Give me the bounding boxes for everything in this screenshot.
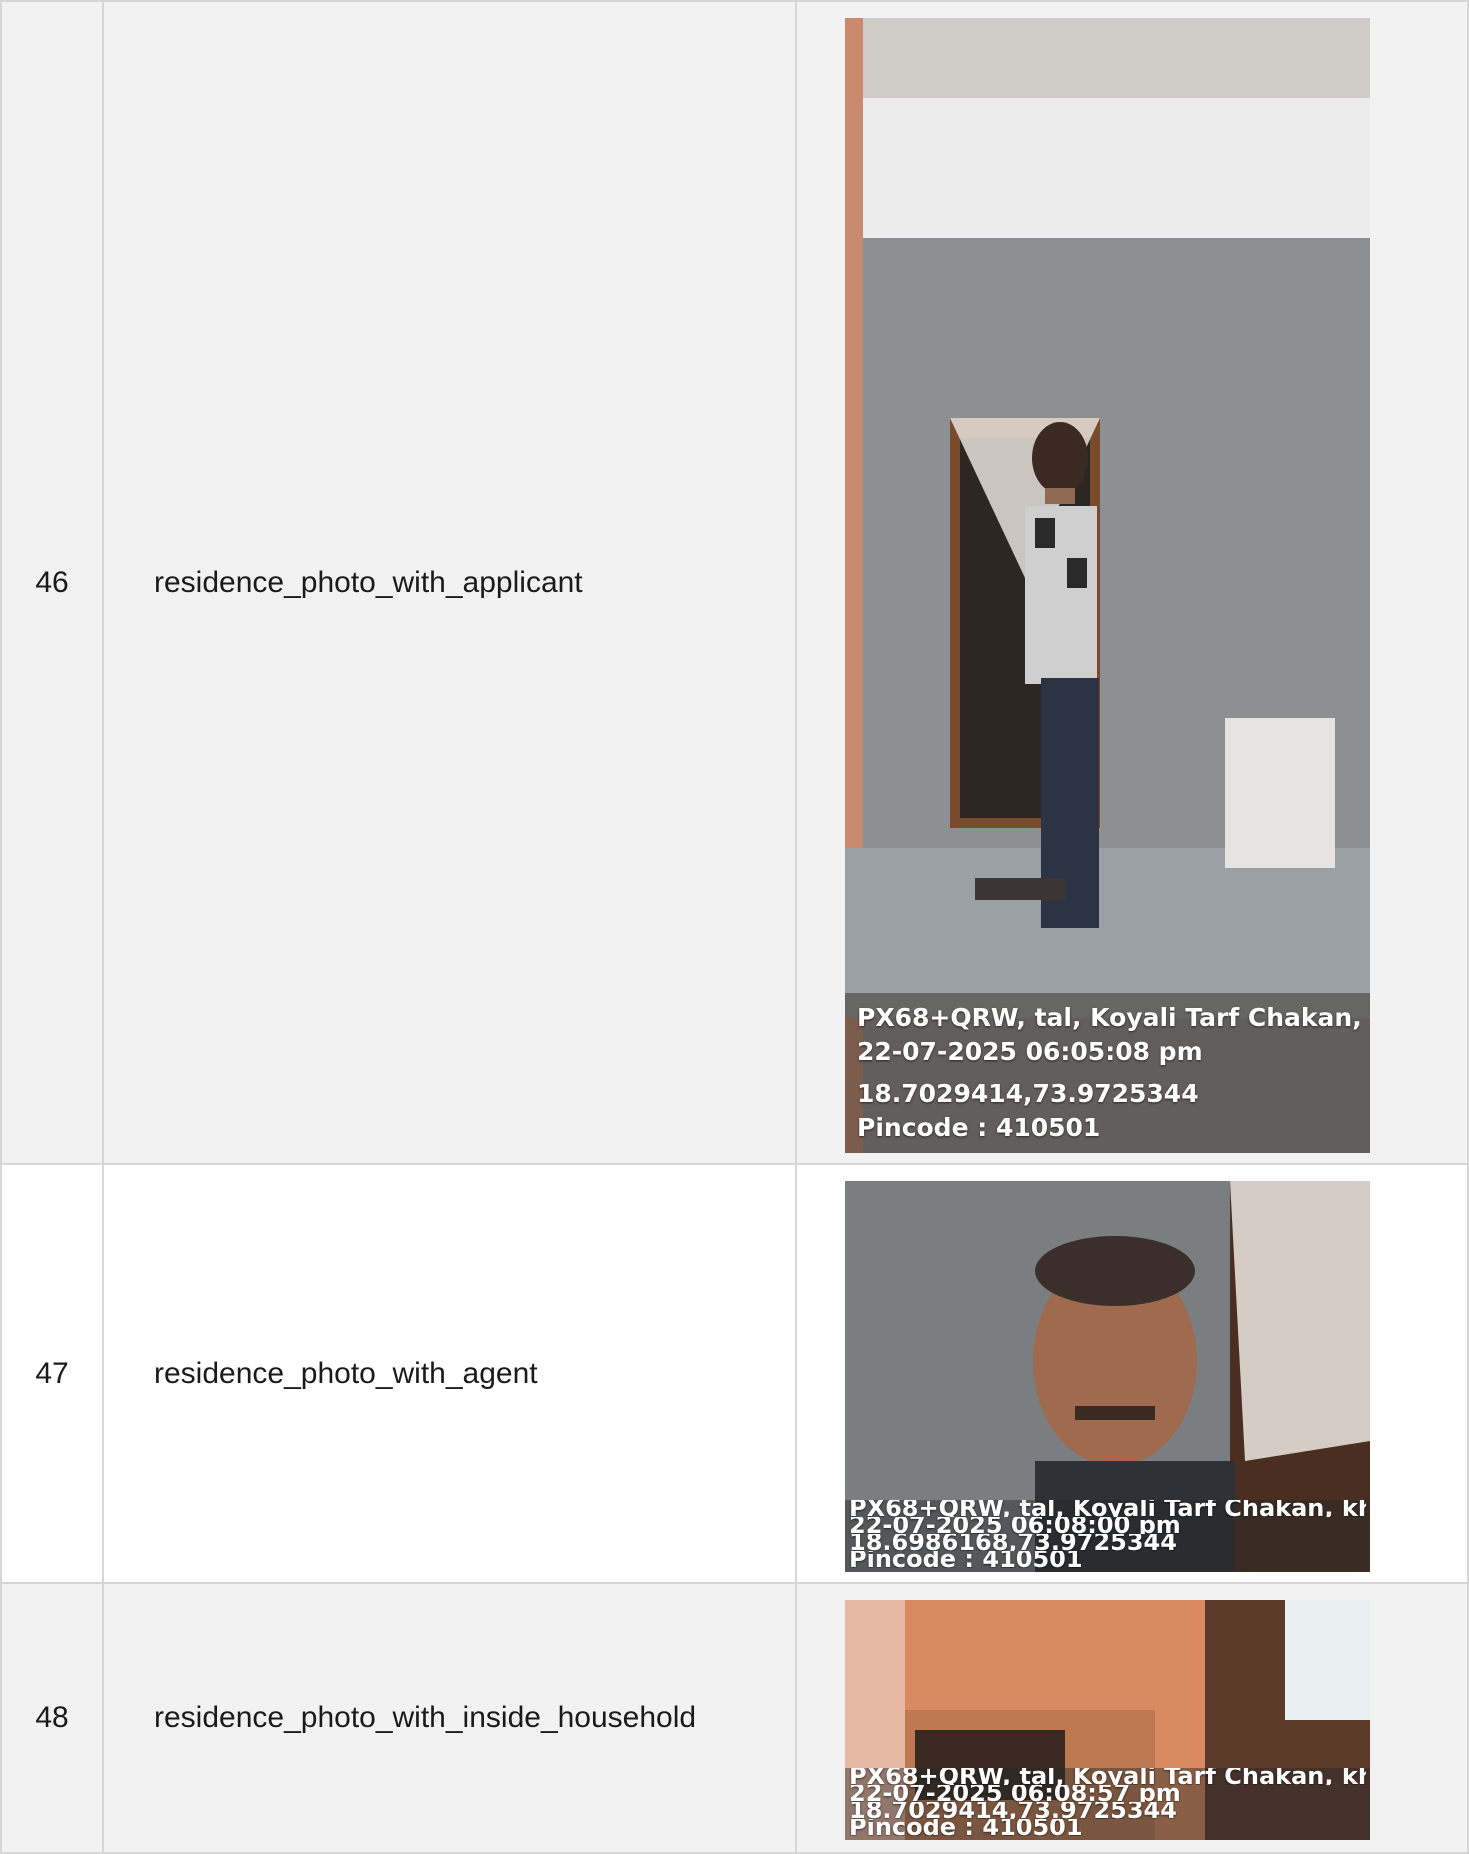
photo-image — [845, 18, 1370, 1153]
photo-geo-stamp: PX68+QRW, tal, Koyali Tarf Chakan, khed,… — [845, 1500, 1370, 1572]
document-photo-table: 46 residence_photo_with_applicant PX68+Q… — [0, 0, 1469, 1854]
photo-geo-stamp: PX68+QRW, tal, Koyali Tarf Chakan, khed,… — [845, 993, 1370, 1153]
stamp-address: PX68+QRW, tal, Koyali Tarf Chakan, khed,… — [857, 1003, 1360, 1032]
photo-cell: PX68+QRW, tal, Koyali Tarf Chakan, khed,… — [795, 0, 1469, 1165]
residence-photo-agent[interactable]: PX68+QRW, tal, Koyali Tarf Chakan, khed,… — [845, 1181, 1370, 1572]
stamp-address: PX68+QRW, tal, Koyali Tarf Chakan, khed,… — [849, 1500, 1366, 1517]
stamp-coordinates: 18.6986168,73.9725344 — [849, 1534, 1177, 1551]
table-row: 46 residence_photo_with_applicant PX68+Q… — [0, 0, 1469, 1165]
row-index: 46 — [0, 0, 104, 1165]
photo-geo-stamp: PX68+QRW, tal, Koyali Tarf Chakan, khed,… — [845, 1768, 1370, 1840]
stamp-coordinates: 18.7029414,73.9725344 — [857, 1079, 1199, 1108]
stamp-address: PX68+QRW, tal, Koyali Tarf Chakan, khed,… — [849, 1768, 1366, 1785]
document-type-label: residence_photo_with_inside_household — [102, 1582, 797, 1854]
stamp-coordinates: 18.7029414,73.9725344 — [849, 1802, 1177, 1819]
row-index: 48 — [0, 1582, 104, 1854]
stamp-datetime: 22-07-2025 06:05:08 pm — [857, 1037, 1203, 1066]
stamp-datetime: 22-07-2025 06:08:00 pm — [849, 1517, 1181, 1534]
stamp-pincode: Pincode : 410501 — [849, 1551, 1083, 1568]
table-row: 47 residence_photo_with_agent PX68+QRW, … — [0, 1163, 1469, 1584]
table-row: 48 residence_photo_with_inside_household… — [0, 1582, 1469, 1854]
row-index: 47 — [0, 1163, 104, 1584]
photo-cell: PX68+QRW, tal, Koyali Tarf Chakan, khed,… — [795, 1163, 1469, 1584]
document-type-label: residence_photo_with_agent — [102, 1163, 797, 1584]
photo-cell: PX68+QRW, tal, Koyali Tarf Chakan, khed,… — [795, 1582, 1469, 1854]
document-type-label: residence_photo_with_applicant — [102, 0, 797, 1165]
stamp-pincode: Pincode : 410501 — [849, 1819, 1083, 1836]
stamp-datetime: 22-07-2025 06:08:57 pm — [849, 1785, 1181, 1802]
residence-photo-inside-household[interactable]: PX68+QRW, tal, Koyali Tarf Chakan, khed,… — [845, 1600, 1370, 1840]
residence-photo-applicant[interactable]: PX68+QRW, tal, Koyali Tarf Chakan, khed,… — [845, 18, 1370, 1153]
stamp-pincode: Pincode : 410501 — [857, 1113, 1101, 1142]
